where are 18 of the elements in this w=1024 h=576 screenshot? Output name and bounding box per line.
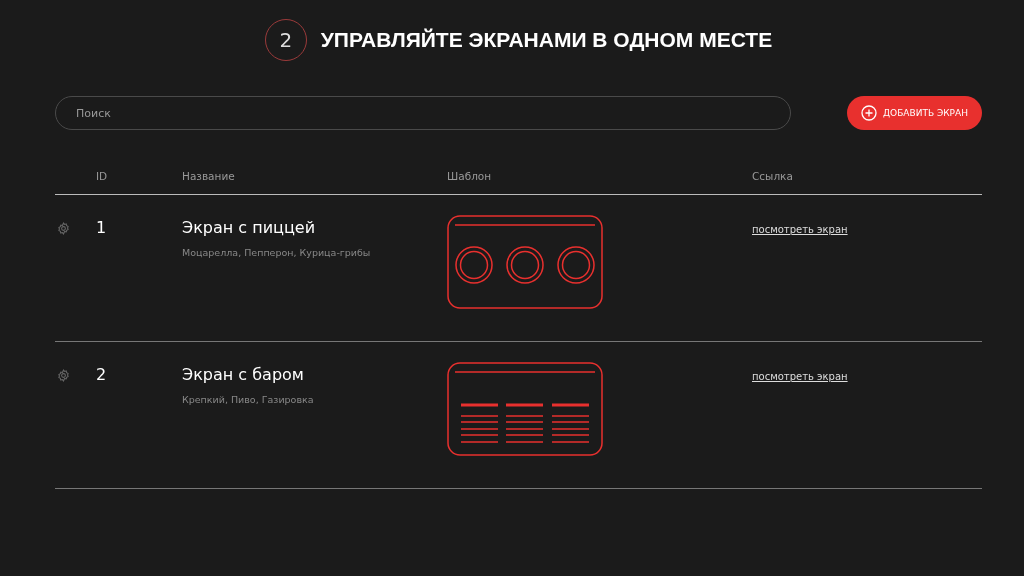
screen-name: Экран с баром: [182, 365, 305, 384]
add-screen-button[interactable]: ДОБАВИТЬ ЭКРАН: [847, 96, 982, 130]
screen-description: Моцарелла, Пепперон, Курица-грибы: [182, 247, 372, 258]
page-title: УПРАВЛЯЙТЕ ЭКРАНАМИ В ОДНОМ МЕСТЕ: [320, 28, 773, 52]
column-header: ID: [96, 170, 109, 182]
column-header: Шаблон: [447, 170, 493, 182]
search-field[interactable]: Поиск: [55, 96, 791, 130]
screen-id: 2: [96, 365, 108, 384]
column-header: Ссылка: [752, 170, 794, 182]
screen-description: Крепкий, Пиво, Газировка: [182, 394, 315, 405]
screen-id: 1: [96, 218, 108, 237]
settings-icon[interactable]: [57, 369, 70, 382]
plus-icon: [861, 105, 878, 121]
view-screen-link[interactable]: посмотреть экран: [752, 224, 848, 235]
column-header: Название: [182, 170, 236, 182]
view-screen-link[interactable]: посмотреть экран: [752, 371, 848, 382]
screen-name: Экран с пиццей: [182, 218, 317, 237]
settings-icon[interactable]: [57, 222, 70, 235]
